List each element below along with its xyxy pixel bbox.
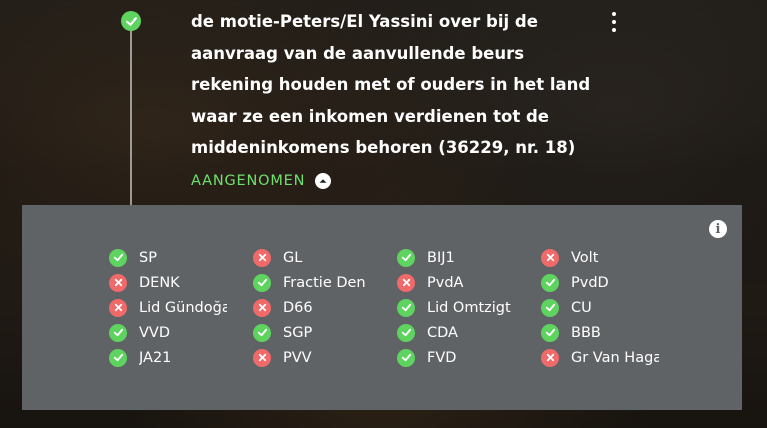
party-name: PVV: [283, 349, 312, 366]
check-icon: [109, 348, 127, 367]
cross-icon: [541, 348, 559, 367]
check-icon: [541, 273, 559, 292]
check-icon: [253, 273, 271, 292]
cross-icon: [253, 248, 271, 267]
vote-item: PvdD: [541, 270, 685, 295]
info-icon[interactable]: i: [709, 220, 727, 238]
vote-item: PVV: [253, 345, 397, 370]
party-name: CDA: [427, 324, 458, 341]
party-name: DENK: [139, 274, 180, 291]
more-vertical-icon-dot: [612, 28, 616, 32]
vote-item: VVD: [109, 320, 253, 345]
timeline-line: [130, 24, 132, 224]
vote-item: FVD: [397, 345, 541, 370]
vote-item: Volt: [541, 245, 685, 270]
party-name: GL: [283, 249, 303, 266]
vote-item: DENK: [109, 270, 253, 295]
result-row[interactable]: AANGENOMEN: [191, 173, 332, 189]
check-icon: [109, 323, 127, 342]
vote-item: SP: [109, 245, 253, 270]
party-name: Lid Omtzigt: [427, 299, 511, 316]
check-icon: [541, 298, 559, 317]
party-name: Fractie Den Haan: [283, 274, 371, 291]
cross-icon: [253, 348, 271, 367]
vote-item: SGP: [253, 320, 397, 345]
party-name: PvdA: [427, 274, 464, 291]
vote-panel: i SP GL BIJ1 Volt DENK Fractie Den Haan PvdA Pv…: [22, 205, 742, 410]
party-name: VVD: [139, 324, 171, 341]
vote-item: BBB: [541, 320, 685, 345]
party-name: Lid Gündoğan: [139, 299, 227, 316]
vote-item: Gr Van Haga: [541, 345, 685, 370]
party-name: CU: [571, 299, 592, 316]
vote-item: CU: [541, 295, 685, 320]
more-vertical-icon: [612, 12, 616, 16]
cross-icon: [109, 298, 127, 317]
party-name: PvdD: [571, 274, 609, 291]
party-name: JA21: [139, 349, 172, 366]
vote-item: GL: [253, 245, 397, 270]
chevron-up-icon[interactable]: [315, 173, 332, 189]
check-icon: [121, 11, 141, 31]
vote-item: D66: [253, 295, 397, 320]
party-name: D66: [283, 299, 313, 316]
party-name: Gr Van Haga: [571, 349, 659, 366]
cross-icon: [253, 298, 271, 317]
party-name: BIJ1: [427, 249, 455, 266]
party-name: SGP: [283, 324, 313, 341]
result-label: AANGENOMEN: [191, 173, 306, 189]
check-icon: [397, 323, 415, 342]
more-options-button[interactable]: [604, 10, 624, 34]
vote-item: PvdA: [397, 270, 541, 295]
cross-icon: [397, 273, 415, 292]
vote-item: BIJ1: [397, 245, 541, 270]
check-icon: [253, 323, 271, 342]
check-icon: [541, 323, 559, 342]
cross-icon: [109, 273, 127, 292]
vote-item: Fractie Den Haan: [253, 270, 397, 295]
vote-item: Lid Gündoğan: [109, 295, 253, 320]
vote-item: CDA: [397, 320, 541, 345]
party-name: Volt: [571, 249, 599, 266]
motion-text: de motie-Peters/El Yassini over bij de a…: [191, 12, 591, 157]
check-icon: [397, 248, 415, 267]
vote-grid: SP GL BIJ1 Volt DENK Fractie Den Haan PvdA PvdD…: [109, 245, 685, 370]
check-icon: [109, 248, 127, 267]
party-name: FVD: [427, 349, 457, 366]
check-icon: [397, 298, 415, 317]
party-name: SP: [139, 249, 157, 266]
more-vertical-icon-dot: [612, 20, 616, 24]
vote-item: Lid Omtzigt: [397, 295, 541, 320]
vote-item: JA21: [109, 345, 253, 370]
cross-icon: [541, 248, 559, 267]
check-icon: [397, 348, 415, 367]
party-name: BBB: [571, 324, 601, 341]
